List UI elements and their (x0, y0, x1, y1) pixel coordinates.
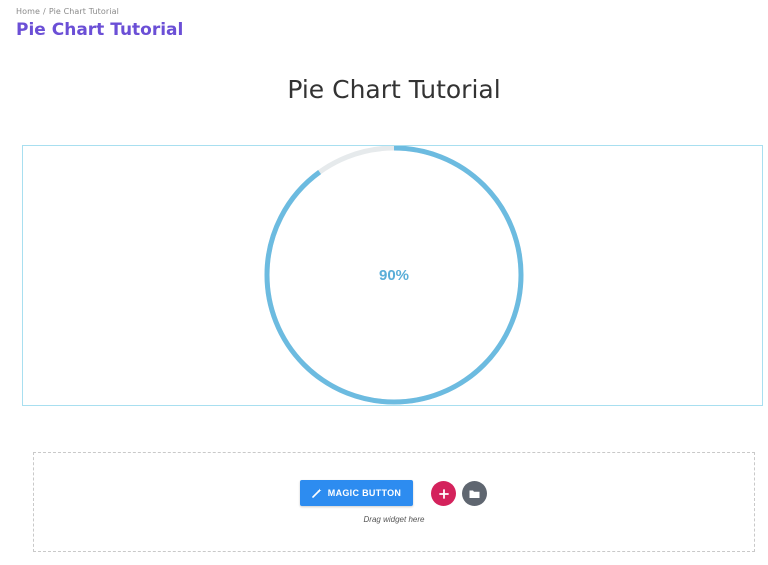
breadcrumb-current: Pie Chart Tutorial (48, 7, 119, 16)
progress-ring-label: 90% (379, 267, 409, 284)
page-title: Pie Chart Tutorial (16, 20, 184, 40)
plus-icon (438, 488, 449, 499)
magic-button[interactable]: MAGIC BUTTON (300, 480, 413, 506)
folder-icon (469, 490, 480, 498)
progress-chart-widget[interactable]: 90% (22, 145, 763, 406)
add-widget-button[interactable] (431, 481, 456, 506)
widget-drop-area[interactable]: MAGIC BUTTON Drag widget here (33, 452, 755, 552)
template-library-button[interactable] (462, 481, 487, 506)
progress-ring: 90% (264, 146, 524, 405)
breadcrumb-home-link[interactable]: Home (16, 7, 40, 16)
breadcrumb-separator: / (43, 7, 46, 16)
section-heading: Pie Chart Tutorial (287, 75, 501, 104)
wand-icon (311, 488, 322, 498)
magic-button-label: MAGIC BUTTON (327, 488, 402, 498)
drag-hint: Drag widget here (363, 515, 425, 524)
page: Home / Pie Chart Tutorial Pie Chart Tutori… (0, 0, 768, 565)
breadcrumb: Home / Pie Chart Tutorial (16, 7, 119, 16)
